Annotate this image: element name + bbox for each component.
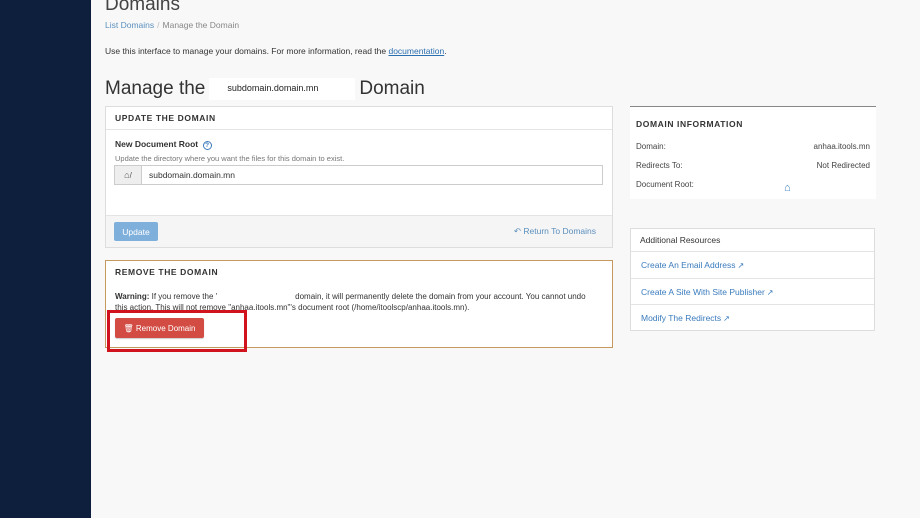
breadcrumb-separator: / [157,20,160,30]
remove-panel-title: REMOVE THE DOMAIN [115,267,219,277]
manage-heading-suffix: Domain [359,78,425,100]
update-domain-panel: UPDATE THE DOMAIN New Document Root ? Up… [105,106,613,248]
update-panel-title: UPDATE THE DOMAIN [106,107,612,130]
external-link-icon: ↗ [723,314,730,323]
info-value-domain: anhaa.itools.mn [813,142,870,151]
document-root-label: New Document Root [115,139,199,149]
warning-text-part-1: If you remove the ' [149,292,218,301]
domain-information-panel: DOMAIN INFORMATION Domain: anhaa.itools.… [630,106,876,199]
help-icon[interactable]: ? [202,141,212,150]
info-value-redirects: Not Redirected [816,161,870,170]
home-icon: ⌂ [784,182,791,194]
document-root-input[interactable] [142,166,602,184]
breadcrumb-current: Manage the Domain [162,20,240,30]
external-link-icon: ↗ [766,287,774,297]
resource-label: Create A Site With Site Publisher [641,286,765,297]
info-row-domain: Domain: anhaa.itools.mn [636,142,870,151]
update-button[interactable]: Update [114,222,158,241]
external-link-icon: ↗ [737,261,745,270]
intro-text-body: Use this interface to manage your domain… [105,46,389,56]
documentation-link[interactable]: documentation [388,46,444,56]
resource-modify-redirects-link[interactable]: Modify The Redirects ↗ [631,305,874,332]
return-to-domains-link[interactable]: ↶ Return To Domains [514,226,596,237]
info-label-document-root: Document Root: [636,180,694,189]
intro-text: Use this interface to manage your domain… [105,46,447,56]
info-row-redirects: Redirects To: Not Redirected [636,161,870,170]
return-arrow-icon: ↶ [513,226,524,236]
resource-create-email-link[interactable]: Create An Email Address ↗ [631,252,874,279]
document-root-help: Update the directory where you want the … [115,154,345,163]
info-label-redirects: Redirects To: [636,161,683,170]
document-root-input-group: ⌂ / [114,165,603,185]
return-link-label: Return To Domains [523,226,596,236]
resource-label: Create An Email Address [641,260,736,270]
breadcrumb-list-domains-link[interactable]: List Domains [105,20,154,30]
domain-name-text: subdomain.domain.mn [227,83,319,93]
highlight-annotation-box [107,310,247,352]
field-label-row: New Document Root ? [115,139,603,150]
breadcrumb: List Domains / Manage the Domain [105,20,239,30]
info-label-domain: Domain: [636,142,666,151]
home-prefix-addon: ⌂ / [115,166,142,184]
warning-label: Warning: [115,292,150,301]
info-row-document-root: Document Root: ⌂ [636,180,870,194]
update-panel-footer: Update ↶ Return To Domains [106,215,612,247]
domain-name-box: subdomain.domain.mn [209,78,356,100]
page-title: Domains [105,0,180,15]
additional-resources-panel: Additional Resources Create An Email Add… [630,228,875,331]
resources-title: Additional Resources [631,229,874,252]
addon-slash: / [129,170,132,180]
intro-text-end: . [444,46,447,56]
left-sidebar [0,0,91,518]
main-content: Domains List Domains / Manage the Domain U… [91,0,920,518]
resource-label: Modify The Redirects [641,313,722,323]
manage-heading-prefix: Manage the [105,78,206,100]
domain-info-title: DOMAIN INFORMATION [636,119,743,129]
manage-domain-heading: Manage the subdomain.domain.mn Domain [105,78,425,100]
resource-site-publisher-link[interactable]: Create A Site With Site Publisher ↗ [631,279,874,305]
